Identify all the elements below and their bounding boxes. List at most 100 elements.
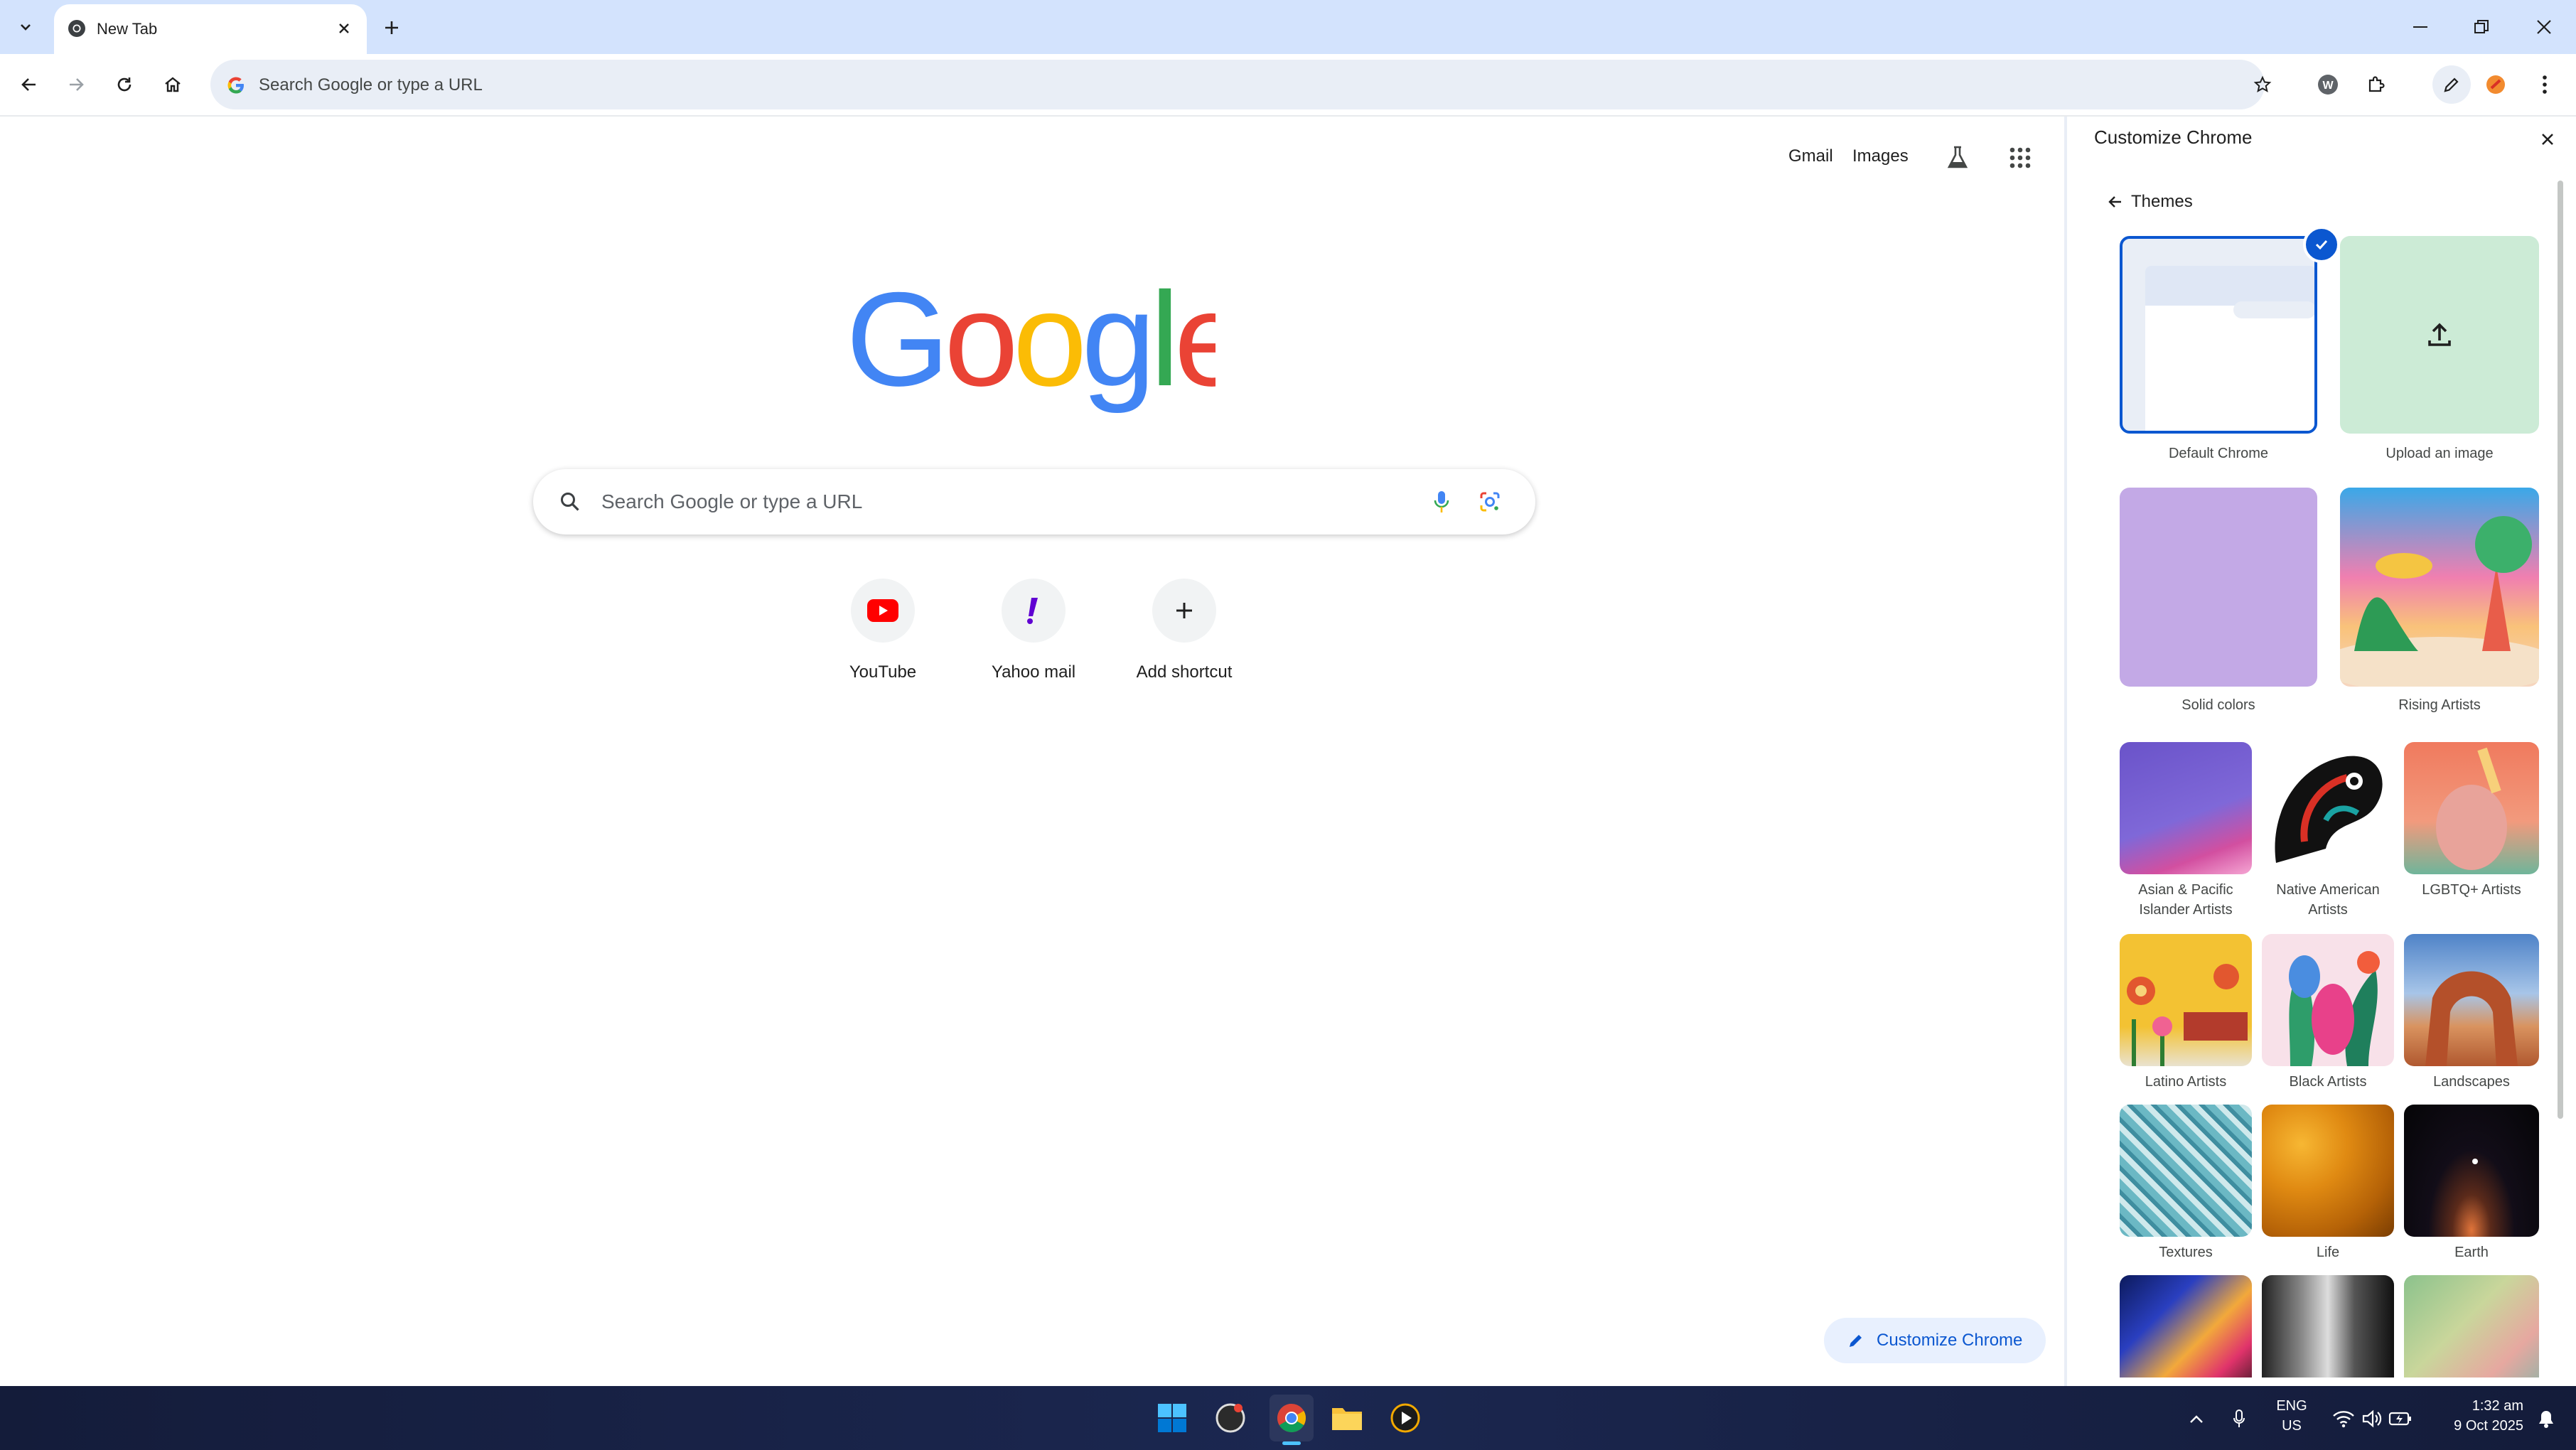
- theme-label: Landscapes: [2433, 1074, 2510, 1090]
- notifications-button[interactable]: [2532, 1405, 2560, 1433]
- start-button[interactable]: [1153, 1399, 1191, 1437]
- gmail-link[interactable]: Gmail: [1788, 146, 1833, 166]
- theme-asian-pacific-islander-artists[interactable]: [2120, 742, 2252, 874]
- theme-label: Upload an image: [2386, 446, 2494, 461]
- theme-label: Native American Artists: [2250, 880, 2405, 920]
- clock[interactable]: 1:32 am 9 Oct 2025: [2431, 1396, 2523, 1436]
- theme-geometric-tile[interactable]: [2404, 1275, 2539, 1378]
- tab-new-tab[interactable]: New Tab: [54, 4, 367, 54]
- apps-grid-icon: [2009, 147, 2031, 168]
- theme-label: Default Chrome: [2168, 446, 2269, 461]
- customize-chrome-toolbar-button[interactable]: [2432, 65, 2471, 104]
- theme-landscapes[interactable]: [2404, 934, 2539, 1066]
- battery-icon: [2388, 1412, 2411, 1426]
- theme-abstract-tile[interactable]: [2120, 1275, 2252, 1378]
- extension-w-button[interactable]: W: [2312, 68, 2344, 101]
- chrome-icon: [1277, 1404, 1306, 1432]
- themes-card: Themes Default Chrome Upload an image So…: [2087, 169, 2567, 1378]
- quick-settings-button[interactable]: [2326, 1402, 2418, 1436]
- taskbar-file-explorer[interactable]: [1328, 1399, 1366, 1437]
- extensions-button[interactable]: [2360, 68, 2393, 101]
- microphone-tray-button[interactable]: [2225, 1405, 2253, 1433]
- theme-lgbtq-artists[interactable]: [2404, 742, 2539, 874]
- back-arrow-icon: [2108, 196, 2121, 208]
- apps-button[interactable]: [2003, 141, 2037, 175]
- theme-label: Asian & Pacific Islander Artists: [2108, 880, 2263, 920]
- customize-chrome-button[interactable]: Customize Chrome: [1824, 1318, 2046, 1363]
- theme-default-chrome[interactable]: [2120, 236, 2317, 434]
- theme-label-line: Artists: [2308, 902, 2348, 918]
- tab-search-button[interactable]: [10, 13, 41, 41]
- theme-label: Black Artists: [2289, 1074, 2367, 1090]
- taskbar-app-1[interactable]: [1211, 1399, 1250, 1437]
- shortcut-icon-bg: [1152, 579, 1216, 643]
- theme-label: Latino Artists: [2145, 1074, 2227, 1090]
- theme-earth[interactable]: [2404, 1105, 2539, 1237]
- language-indicator[interactable]: ENG US: [2270, 1396, 2313, 1436]
- shortcut-icon-bg: [1002, 579, 1066, 643]
- theme-label-line: Asian & Pacific: [2138, 882, 2233, 898]
- theme-solid-colors[interactable]: [2120, 488, 2317, 687]
- close-window-button[interactable]: [2526, 13, 2562, 41]
- google-logo: Google: [846, 279, 1215, 414]
- new-tab-button[interactable]: [377, 13, 407, 43]
- windows-logo-icon: [1158, 1404, 1186, 1432]
- panel-close-button[interactable]: [2533, 125, 2562, 154]
- forward-button[interactable]: [60, 68, 92, 101]
- tab-close-button[interactable]: [331, 16, 357, 41]
- theme-rising-artists[interactable]: [2340, 488, 2539, 687]
- reload-button[interactable]: [108, 68, 141, 101]
- plus-icon: [1176, 603, 1192, 618]
- home-button[interactable]: [156, 68, 189, 101]
- theme-label: Solid colors: [2181, 697, 2255, 713]
- restore-button[interactable]: [2464, 13, 2499, 41]
- images-link[interactable]: Images: [1852, 146, 1909, 166]
- voice-search-button[interactable]: [1424, 485, 1459, 519]
- show-hidden-icons-button[interactable]: [2182, 1405, 2211, 1433]
- microphone-icon: [1434, 491, 1449, 512]
- theme-label: Earth: [2454, 1245, 2489, 1260]
- shortcut-youtube[interactable]: YouTube: [819, 579, 947, 682]
- language-code: ENG: [2276, 1398, 2307, 1414]
- taskbar-media-player[interactable]: [1386, 1399, 1424, 1437]
- black-artists-art: [2289, 951, 2380, 1066]
- native-american-art: [2275, 756, 2383, 863]
- theme-native-american-artists[interactable]: [2262, 742, 2394, 874]
- wifi-icon: [2333, 1411, 2354, 1428]
- themes-back-button[interactable]: Themes: [2107, 192, 2193, 212]
- address-bar[interactable]: Search Google or type a URL: [210, 60, 2265, 109]
- search-box[interactable]: Search Google or type a URL: [533, 469, 1535, 535]
- theme-life[interactable]: [2262, 1105, 2394, 1237]
- theme-upload-image[interactable]: [2340, 236, 2539, 434]
- avatar-icon: [2486, 75, 2505, 94]
- profile-button[interactable]: [2479, 68, 2512, 101]
- bookmark-button[interactable]: [2246, 68, 2279, 101]
- taskbar-chrome[interactable]: [1270, 1395, 1314, 1441]
- theme-label: Life: [2316, 1245, 2340, 1260]
- theme-label: LGBTQ+ Artists: [2422, 882, 2521, 898]
- puzzle-icon: [2368, 76, 2385, 92]
- theme-black-artists[interactable]: [2262, 934, 2394, 1066]
- panel-title: Customize Chrome: [2094, 127, 2253, 148]
- labs-button[interactable]: [1941, 141, 1975, 175]
- more-vert-icon: [2543, 75, 2547, 94]
- shortcut-label: Add shortcut: [1136, 662, 1233, 682]
- upload-icon: [2428, 323, 2451, 346]
- folder-icon: [1332, 1408, 1362, 1430]
- menu-button[interactable]: [2531, 68, 2559, 101]
- minimize-icon: [2413, 26, 2427, 28]
- panel-scrollbar[interactable]: [2558, 181, 2563, 1119]
- shortcut-yahoo-mail[interactable]: Yahoo mail: [970, 579, 1098, 682]
- theme-label: Textures: [2159, 1245, 2213, 1260]
- back-button[interactable]: [13, 68, 45, 101]
- close-icon: [339, 23, 349, 33]
- minimize-button[interactable]: [2403, 13, 2438, 41]
- reload-icon: [117, 77, 132, 92]
- lgbtq-art: [2436, 747, 2507, 870]
- image-search-button[interactable]: [1473, 485, 1507, 519]
- add-shortcut[interactable]: Add shortcut: [1120, 579, 1248, 682]
- app-icon: [1215, 1403, 1245, 1433]
- theme-textures[interactable]: [2120, 1105, 2252, 1237]
- theme-latino-artists[interactable]: [2120, 934, 2252, 1066]
- theme-city-tile[interactable]: [2262, 1275, 2394, 1378]
